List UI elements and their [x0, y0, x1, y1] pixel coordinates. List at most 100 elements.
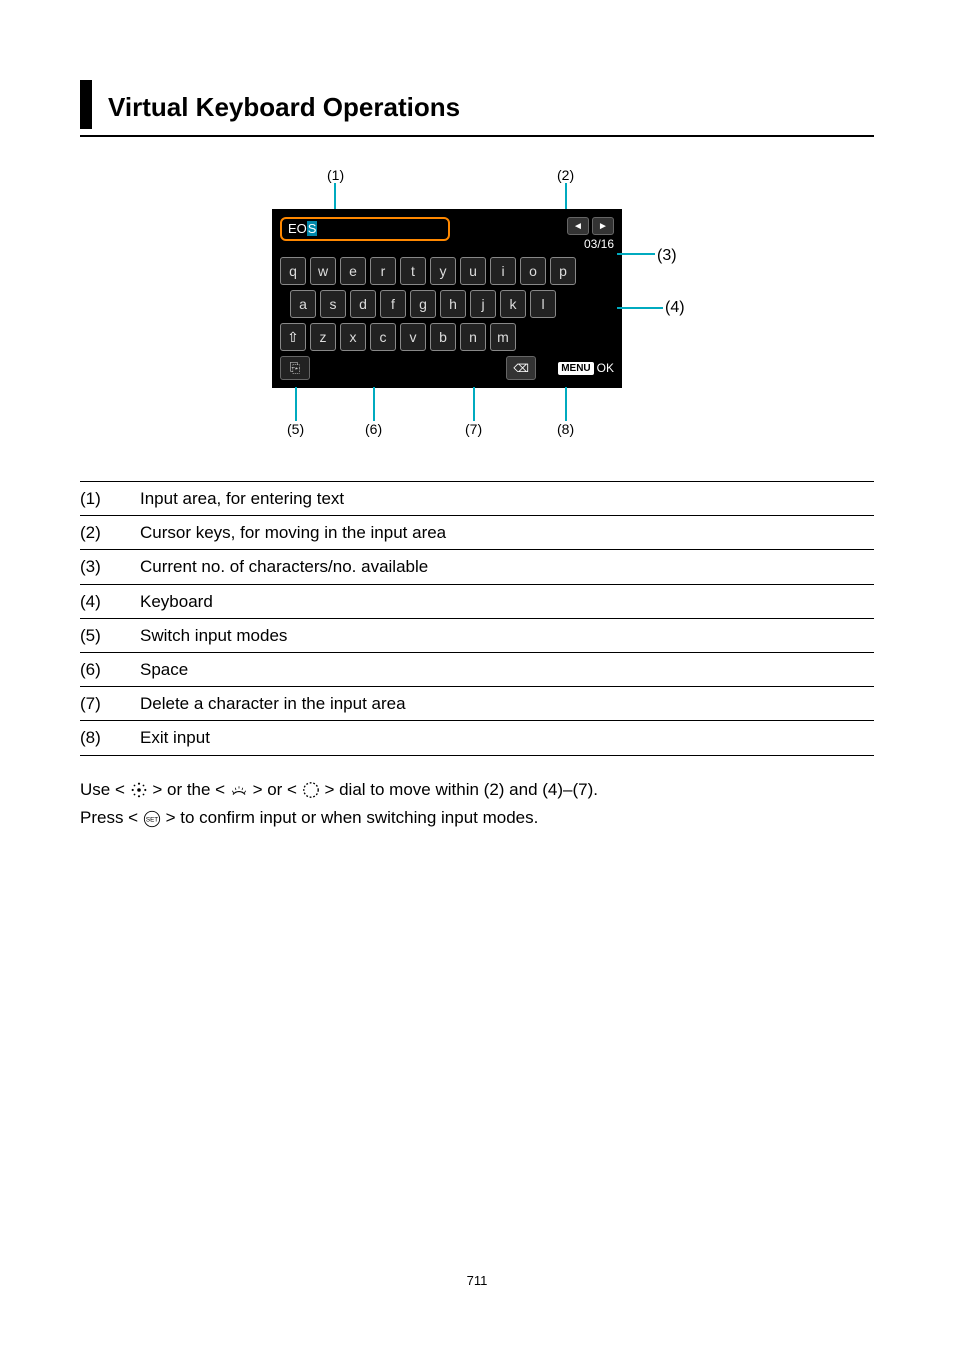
- legend-num: (6): [80, 652, 140, 686]
- switch-mode-button[interactable]: ⎘: [280, 356, 310, 380]
- legend-text: Current no. of characters/no. available: [140, 550, 874, 584]
- key-k[interactable]: k: [500, 290, 526, 318]
- key-n[interactable]: n: [460, 323, 486, 351]
- key-m[interactable]: m: [490, 323, 516, 351]
- input-cursor: S: [307, 221, 318, 236]
- cursor-left-button[interactable]: ◄: [567, 217, 589, 235]
- callout-4-leader: [617, 307, 663, 309]
- table-row: (3)Current no. of characters/no. availab…: [80, 550, 874, 584]
- table-row: (8)Exit input: [80, 721, 874, 755]
- legend-num: (3): [80, 550, 140, 584]
- key-d[interactable]: d: [350, 290, 376, 318]
- key-p[interactable]: p: [550, 257, 576, 285]
- legend-num: (1): [80, 482, 140, 516]
- callout-8-leader: [565, 387, 567, 421]
- legend-num: (4): [80, 584, 140, 618]
- page-title: Virtual Keyboard Operations: [108, 80, 460, 129]
- key-shift[interactable]: ⇧: [280, 323, 306, 351]
- key-l[interactable]: l: [530, 290, 556, 318]
- keyboard-screenshot: EOS ◄ ► 03/16 q w e r t y: [272, 209, 622, 388]
- quick-dial-icon: [302, 781, 320, 799]
- multi-controller-icon: [130, 781, 148, 799]
- arrow-left-icon: ◄: [573, 221, 583, 232]
- callout-2-label: (2): [557, 167, 574, 183]
- backspace-icon: ⌫: [513, 362, 529, 375]
- legend-num: (5): [80, 618, 140, 652]
- callout-5-leader: [295, 387, 297, 421]
- keyboard-bottom-row: ⎘ ⌫ MENU OK: [280, 356, 614, 380]
- table-row: (1)Input area, for entering text: [80, 482, 874, 516]
- key-q[interactable]: q: [280, 257, 306, 285]
- exit-input-control[interactable]: MENU OK: [558, 361, 614, 375]
- instruction-line-1: Use < > or the < > or < > dial to move w…: [80, 776, 874, 805]
- key-j[interactable]: j: [470, 290, 496, 318]
- key-x[interactable]: x: [340, 323, 366, 351]
- legend-text: Delete a character in the input area: [140, 687, 874, 721]
- callout-5-label: (5): [287, 421, 304, 437]
- text-input-field[interactable]: EOS: [280, 217, 450, 241]
- callout-8-label: (8): [557, 421, 574, 437]
- callout-6-leader: [373, 387, 375, 421]
- legend-text: Keyboard: [140, 584, 874, 618]
- callout-3-label: (3): [657, 247, 677, 265]
- table-row: (6)Space: [80, 652, 874, 686]
- svg-text:SET: SET: [146, 817, 158, 824]
- legend-text: Cursor keys, for moving in the input are…: [140, 516, 874, 550]
- heading-underline: [80, 135, 874, 137]
- legend-table: (1)Input area, for entering text (2)Curs…: [80, 481, 874, 756]
- cursor-right-button[interactable]: ►: [592, 217, 614, 235]
- callout-1-leader: [334, 183, 336, 209]
- table-row: (4)Keyboard: [80, 584, 874, 618]
- instructions: Use < > or the < > or < > dial to move w…: [80, 776, 874, 834]
- key-z[interactable]: z: [310, 323, 336, 351]
- key-c[interactable]: c: [370, 323, 396, 351]
- input-text: EO: [288, 221, 307, 236]
- key-a[interactable]: a: [290, 290, 316, 318]
- callout-3-leader: [617, 253, 655, 255]
- key-r[interactable]: r: [370, 257, 396, 285]
- keyboard-row-1: q w e r t y u i o p: [280, 257, 614, 285]
- legend-num: (8): [80, 721, 140, 755]
- ok-label: OK: [597, 361, 614, 375]
- virtual-keyboard-diagram: (1) (2) EOS ◄ ► 03/16 q: [237, 167, 717, 457]
- key-t[interactable]: t: [400, 257, 426, 285]
- main-dial-icon: [230, 781, 248, 799]
- callout-4-label: (4): [665, 299, 685, 317]
- table-row: (7)Delete a character in the input area: [80, 687, 874, 721]
- key-u[interactable]: u: [460, 257, 486, 285]
- set-button-icon: SET: [143, 810, 161, 828]
- space-key[interactable]: [316, 356, 500, 380]
- callout-7-label: (7): [465, 421, 482, 437]
- key-s[interactable]: s: [320, 290, 346, 318]
- arrow-right-icon: ►: [598, 221, 608, 232]
- diagram-wrapper: (1) (2) EOS ◄ ► 03/16 q: [80, 167, 874, 457]
- key-g[interactable]: g: [410, 290, 436, 318]
- legend-text: Switch input modes: [140, 618, 874, 652]
- instruction-line-2: Press < SET > to confirm input or when s…: [80, 804, 874, 833]
- keyboard-row-3: ⇧ z x c v b n m: [280, 323, 614, 351]
- key-o[interactable]: o: [520, 257, 546, 285]
- key-y[interactable]: y: [430, 257, 456, 285]
- callout-7-leader: [473, 387, 475, 421]
- legend-text: Input area, for entering text: [140, 482, 874, 516]
- legend-num: (7): [80, 687, 140, 721]
- delete-button[interactable]: ⌫: [506, 356, 536, 380]
- table-row: (2)Cursor keys, for moving in the input …: [80, 516, 874, 550]
- key-w[interactable]: w: [310, 257, 336, 285]
- page-number: 711: [80, 1273, 874, 1288]
- key-h[interactable]: h: [440, 290, 466, 318]
- mode-icon: ⎘: [290, 360, 300, 376]
- key-v[interactable]: v: [400, 323, 426, 351]
- key-e[interactable]: e: [340, 257, 366, 285]
- legend-text: Exit input: [140, 721, 874, 755]
- key-f[interactable]: f: [380, 290, 406, 318]
- key-i[interactable]: i: [490, 257, 516, 285]
- callout-1-label: (1): [327, 167, 344, 183]
- menu-label: MENU: [558, 362, 593, 375]
- key-b[interactable]: b: [430, 323, 456, 351]
- char-count: 03/16: [567, 237, 614, 251]
- callout-2-leader: [565, 183, 567, 209]
- heading-bar: [80, 80, 92, 129]
- legend-text: Space: [140, 652, 874, 686]
- callout-6-label: (6): [365, 421, 382, 437]
